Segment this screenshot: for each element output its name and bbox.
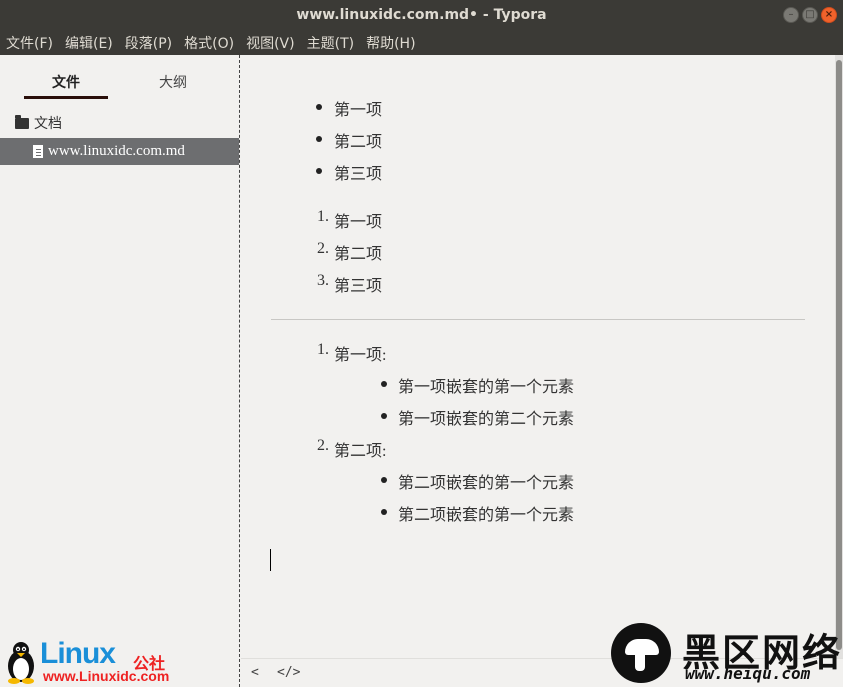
list-item[interactable]: 第一项: [334, 96, 382, 120]
list-number: 1.: [317, 208, 329, 225]
title-bar: www.linuxidc.com.md• - Typora – □ ×: [0, 0, 843, 31]
editor-area[interactable]: 第一项 第二项 第三项 1. 第一项 2. 第二项 3. 第三项 1. 第一项:…: [241, 55, 834, 658]
file-item-selected[interactable]: www.linuxidc.com.md: [0, 138, 239, 165]
menu-paragraph[interactable]: 段落(P): [125, 33, 172, 53]
document-icon: [33, 145, 43, 158]
list-item[interactable]: 第一项: [334, 208, 382, 232]
tux-penguin-icon: [8, 642, 34, 684]
active-tab-indicator: [24, 96, 108, 99]
window-title: www.linuxidc.com.md• - Typora: [296, 7, 547, 23]
bullet: [381, 477, 387, 483]
list-number: 3.: [317, 272, 329, 289]
folder-label: 文档: [34, 116, 62, 132]
bullet: [316, 168, 322, 174]
bullet: [381, 413, 387, 419]
nested-list-item[interactable]: 第二项嵌套的第一个元素: [398, 469, 574, 493]
minimize-button[interactable]: –: [783, 7, 799, 23]
menu-view[interactable]: 视图(V): [246, 33, 295, 53]
linux-brand-text: Linux: [40, 637, 116, 670]
folder-icon: [15, 114, 29, 129]
list-number: 2.: [317, 240, 329, 257]
tab-files[interactable]: 文件: [24, 72, 108, 92]
menu-help[interactable]: 帮助(H): [366, 33, 415, 53]
bullet: [316, 136, 322, 142]
list-item[interactable]: 第二项: [334, 240, 382, 264]
list-number: 1.: [317, 341, 329, 358]
heiqu-brand-url: www.heiqu.com: [685, 664, 811, 683]
nested-list-item[interactable]: 第二项嵌套的第一个元素: [398, 501, 574, 525]
menu-bar: 文件(F) 编辑(E) 段落(P) 格式(O) 视图(V) 主题(T) 帮助(H…: [0, 31, 843, 55]
list-item[interactable]: 第三项: [334, 160, 382, 184]
sidebar: 文件 大纲 文档 www.linuxidc.com.md: [0, 55, 240, 687]
bullet: [316, 104, 322, 110]
list-item[interactable]: 第二项:: [334, 437, 386, 461]
bullet: [381, 509, 387, 515]
nested-list-item[interactable]: 第一项嵌套的第一个元素: [398, 373, 574, 397]
file-label: www.linuxidc.com.md: [48, 143, 185, 159]
scrollbar-thumb[interactable]: [836, 60, 842, 650]
menu-edit[interactable]: 编辑(E): [65, 33, 113, 53]
tab-outline[interactable]: 大纲: [131, 72, 215, 92]
mushroom-logo-icon: [611, 623, 671, 683]
source-mode-button[interactable]: </>: [277, 665, 300, 680]
bullet: [381, 381, 387, 387]
linuxidc-watermark: Linux 公社 www.Linuxidc.com: [0, 637, 200, 687]
toggle-sidebar-button[interactable]: <: [251, 665, 259, 680]
list-number: 2.: [317, 437, 329, 454]
list-item[interactable]: 第一项:: [334, 341, 386, 365]
close-button[interactable]: ×: [821, 7, 837, 23]
nested-list-item[interactable]: 第一项嵌套的第二个元素: [398, 405, 574, 429]
heiqu-watermark: 黑区网络 www.heiqu.com: [607, 620, 843, 687]
window-controls: – □ ×: [783, 7, 837, 23]
folder-item[interactable]: 文档: [15, 113, 62, 133]
menu-theme[interactable]: 主题(T): [307, 33, 354, 53]
menu-file[interactable]: 文件(F): [6, 33, 53, 53]
linux-brand-url: www.Linuxidc.com: [43, 668, 170, 684]
list-item[interactable]: 第二项: [334, 128, 382, 152]
list-item[interactable]: 第三项: [334, 272, 382, 296]
text-cursor: [270, 549, 271, 571]
horizontal-rule: [271, 319, 805, 320]
maximize-button[interactable]: □: [802, 7, 818, 23]
menu-format[interactable]: 格式(O): [184, 33, 234, 53]
